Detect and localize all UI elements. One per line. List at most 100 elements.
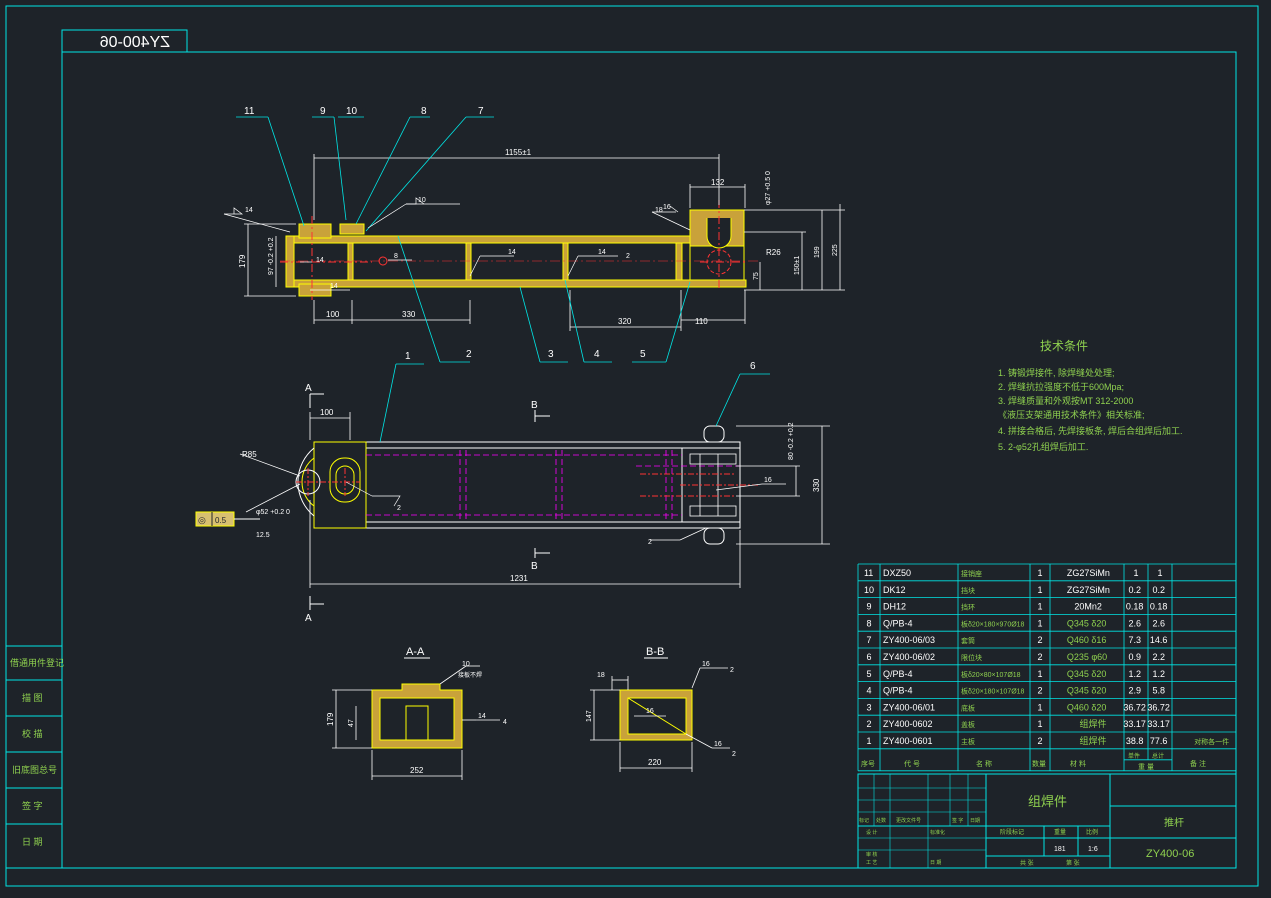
- bom-header-weight: 重 量: [1138, 763, 1154, 771]
- dim-97: 97 -0.2 +0.2: [268, 237, 275, 275]
- dim-1155: 1155±1: [505, 148, 532, 157]
- bom-cell-w1: 1: [1133, 568, 1138, 578]
- aa-dim-47: 47: [348, 719, 355, 727]
- bom-cell-mat: Q235 φ60: [1067, 652, 1107, 662]
- bom-cell-qty: 1: [1037, 719, 1042, 729]
- tech-item-3: 3. 焊缝质量和外观按MT 312-2000: [998, 395, 1133, 406]
- bom-cell-w2: 1: [1157, 568, 1162, 578]
- bom-cell-w2: 14.6: [1150, 635, 1168, 645]
- dim-phi27: φ27 +0.5 0: [765, 171, 772, 205]
- bom-cell-w2: 33.17: [1147, 719, 1170, 729]
- weld-8: 8: [394, 253, 398, 260]
- role-label: 设 计: [866, 829, 877, 836]
- bom-cell-name: 板δ20×80×107Ø18: [961, 670, 1021, 679]
- rev-label: 日期: [970, 818, 980, 824]
- bom-cell-mat: 组焊件: [1079, 718, 1106, 729]
- bom-cell-no: 6: [866, 652, 871, 662]
- bb-dim-18: 18: [597, 672, 605, 679]
- scale-value: 1:6: [1088, 846, 1098, 853]
- tech-item-6: 5. 2-φ52孔组焊后加工.: [998, 441, 1088, 452]
- dim-320: 320: [618, 317, 632, 326]
- bb-weld-2-top: 2: [730, 667, 734, 674]
- bom-cell-name: 板δ20×180×970Ø18: [961, 619, 1025, 628]
- bom-cell-mat: Q460 δ20: [1067, 702, 1107, 712]
- bom-cell-qty: 1: [1037, 669, 1042, 679]
- dim-75: 75: [753, 272, 760, 280]
- bom-cell-note: 对称各一件: [1194, 737, 1229, 746]
- bom-cell-code: Q/PB-4: [883, 686, 913, 696]
- dim-179: 179: [238, 254, 247, 268]
- rib-2: [465, 242, 472, 281]
- dim-80: 80 -0.2 +0.2: [788, 422, 795, 460]
- bom-cell-w2: 36.72: [1147, 702, 1170, 712]
- bom-cell-code: ZY400-0601: [883, 736, 933, 746]
- balloon-11: 11: [244, 106, 255, 117]
- stamp-row: 日 期: [22, 837, 43, 847]
- tolerance-symbol: ◎: [198, 515, 206, 525]
- bb-weld-16-top: 16: [702, 661, 710, 668]
- bb-dim-147: 147: [586, 710, 593, 722]
- bom-cell-code: ZY400-06/03: [883, 635, 935, 645]
- dim-110: 110: [695, 317, 708, 326]
- bom-cell-name: 接销座: [961, 569, 982, 578]
- section-b-bottom: B: [531, 561, 538, 572]
- dim-100-front: 100: [320, 408, 334, 417]
- drawing-no: ZY400-06: [1146, 848, 1194, 860]
- rib-4: [675, 242, 683, 281]
- role-label: 标准化: [930, 829, 945, 836]
- bom-cell-w1: 36.72: [1123, 702, 1146, 712]
- bom-cell-qty: 1: [1037, 618, 1042, 628]
- bom-cell-mat: ZG27SiMn: [1067, 585, 1110, 595]
- bom-cell-w2: 0.2: [1152, 585, 1165, 595]
- bom-cell-w2: 5.8: [1152, 686, 1165, 696]
- rev-label: 处数: [876, 817, 886, 824]
- bom-header-no: 序号: [861, 759, 875, 768]
- bom-header-note: 备 注: [1190, 759, 1206, 768]
- bom-cell-code: ZY400-0602: [883, 719, 933, 729]
- weight-label: 重量: [1054, 828, 1066, 836]
- balloon-1: 1: [405, 351, 411, 362]
- weight-value: 181: [1054, 846, 1066, 853]
- bom-cell-no: 2: [866, 719, 871, 729]
- bom-cell-w1: 33.17: [1123, 719, 1146, 729]
- bom-cell-code: Q/PB-4: [883, 669, 913, 679]
- aa-dim-179: 179: [326, 712, 335, 726]
- bom-header-w-single: 单件: [1128, 752, 1140, 760]
- dim-199: 199: [814, 246, 821, 258]
- balloon-5: 5: [640, 349, 646, 360]
- bom-cell-mat: Q345 δ20: [1067, 686, 1107, 696]
- balloon-9: 9: [320, 106, 326, 117]
- bom-cell-name: 盖板: [961, 720, 975, 729]
- dim-225: 225: [832, 244, 839, 256]
- weld-10: 10: [418, 197, 426, 204]
- bom-cell-name: 挡块: [961, 586, 975, 595]
- weld-14-a: 14: [245, 207, 253, 214]
- stamp-row: 描 图: [22, 692, 43, 703]
- bom-cell-no: 4: [866, 686, 871, 696]
- dim-r26: R26: [766, 248, 781, 257]
- tech-title: 技术条件: [1040, 339, 1088, 353]
- bom-cell-qty: 2: [1037, 686, 1042, 696]
- tech-item-4: 《液压支架通用技术条件》相关标准;: [998, 409, 1145, 420]
- dim-132: 132: [711, 178, 725, 187]
- sheet-total: 共 张: [1020, 859, 1034, 867]
- rev-label: 更改文件号: [896, 817, 921, 824]
- bom-cell-name: 板δ20×180×107Ø18: [961, 687, 1025, 696]
- dim-phi52: φ52 +0.2 0: [256, 509, 290, 516]
- bom-cell-w1: 2.6: [1128, 618, 1141, 628]
- tolerance-value: 0.5: [215, 516, 227, 525]
- weld-front-2b: 2: [648, 539, 652, 546]
- bom-cell-w2: 77.6: [1150, 736, 1168, 746]
- role-label: 日 期: [930, 860, 941, 866]
- bom-cell-qty: 2: [1037, 736, 1042, 746]
- bom-cell-w2: 2.2: [1152, 652, 1165, 662]
- bom-cell-code: ZY400-06/02: [883, 652, 935, 662]
- balloon-7: 7: [478, 106, 484, 117]
- mirrored-code-label: ZY400-06: [100, 34, 170, 51]
- weld-front-2: 2: [397, 505, 401, 512]
- bom-cell-qty: 1: [1037, 702, 1042, 712]
- bom-cell-w2: 1.2: [1152, 669, 1165, 679]
- bom-cell-mat: Q460 δ16: [1067, 635, 1107, 645]
- aa-weld-note: 接板不焊: [458, 671, 482, 679]
- weld-16: 16: [663, 204, 671, 211]
